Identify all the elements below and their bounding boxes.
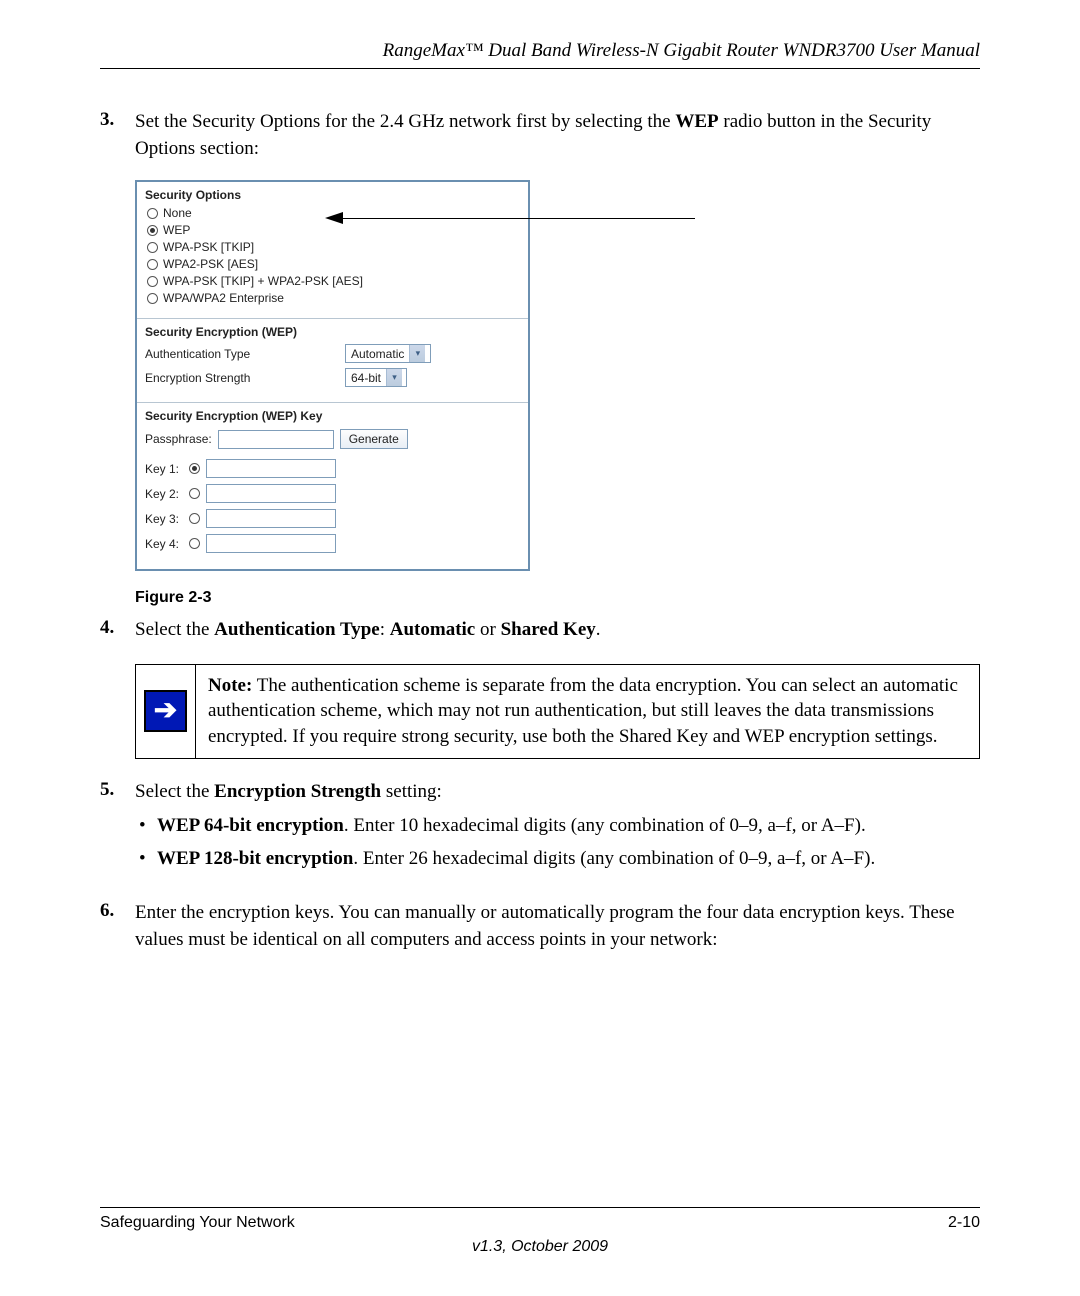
radio-enterprise[interactable]: WPA/WPA2 Enterprise xyxy=(147,291,520,305)
bold: WEP 128-bit encryption xyxy=(157,848,353,869)
bold: Authentication Type xyxy=(214,619,380,640)
security-options-panel: Security Options None WEP WPA-PSK [TKIP]… xyxy=(135,180,530,571)
callout-arrow xyxy=(325,217,695,219)
note-box: ➔ Note: The authentication scheme is sep… xyxy=(135,664,980,759)
step-number: 5. xyxy=(100,779,135,887)
radio-wep[interactable]: WEP xyxy=(147,223,520,237)
select-value: Automatic xyxy=(346,347,409,361)
note-text: Note: The authentication scheme is separ… xyxy=(196,665,979,758)
text: . Enter 26 hexadecimal digits (any combi… xyxy=(353,848,875,869)
label: WPA-PSK [TKIP] xyxy=(163,240,254,254)
key1-input[interactable] xyxy=(206,459,336,478)
chevron-down-icon: ▾ xyxy=(409,345,425,362)
auth-type-label: Authentication Type xyxy=(145,347,345,361)
bold: Shared Key xyxy=(501,619,596,640)
page-header-title: RangeMax™ Dual Band Wireless-N Gigabit R… xyxy=(100,40,980,69)
step-number: 4. xyxy=(100,617,135,644)
arrow-head-icon xyxy=(325,212,343,224)
footer-section: Safeguarding Your Network xyxy=(100,1214,295,1232)
wep-key-heading: Security Encryption (WEP) Key xyxy=(145,409,520,423)
step-body: Select the Encryption Strength setting: … xyxy=(135,779,980,887)
arrow-line xyxy=(343,218,695,219)
step-4: 4. Select the Authentication Type: Autom… xyxy=(100,617,980,644)
key4-radio[interactable] xyxy=(189,538,200,549)
step-6: 6. Enter the encryption keys. You can ma… xyxy=(100,900,980,953)
key2-radio[interactable] xyxy=(189,488,200,499)
text: Select the xyxy=(135,619,214,640)
footer-page: 2-10 xyxy=(948,1214,980,1232)
bullet-128bit: WEP 128-bit encryption. Enter 26 hexadec… xyxy=(135,846,980,873)
bold-wep: WEP xyxy=(675,111,718,132)
wep-encryption-heading: Security Encryption (WEP) xyxy=(145,325,520,339)
bold: WEP 64-bit encryption xyxy=(157,815,344,836)
enc-strength-select[interactable]: 64-bit ▾ xyxy=(345,368,407,387)
bold: Encryption Strength xyxy=(214,781,381,802)
key2-input[interactable] xyxy=(206,484,336,503)
passphrase-label: Passphrase: xyxy=(145,432,212,446)
key3-radio[interactable] xyxy=(189,513,200,524)
text: : xyxy=(380,619,390,640)
label: WPA/WPA2 Enterprise xyxy=(163,291,284,305)
passphrase-input[interactable] xyxy=(218,430,334,449)
note-icon-cell: ➔ xyxy=(136,665,196,758)
note-label: Note: xyxy=(208,675,252,696)
radio-icon xyxy=(147,259,158,270)
step-number: 6. xyxy=(100,900,135,953)
page-footer: Safeguarding Your Network 2-10 v1.3, Oct… xyxy=(100,1207,980,1256)
security-options-heading: Security Options xyxy=(145,188,520,202)
figure-2-3: Security Options None WEP WPA-PSK [TKIP]… xyxy=(135,180,980,607)
key3-input[interactable] xyxy=(206,509,336,528)
key4-input[interactable] xyxy=(206,534,336,553)
chevron-down-icon: ▾ xyxy=(386,369,402,386)
label: WPA2-PSK [AES] xyxy=(163,257,258,271)
text: setting: xyxy=(381,781,442,802)
label: WEP xyxy=(163,223,190,237)
radio-icon xyxy=(147,293,158,304)
bold: Automatic xyxy=(390,619,475,640)
note-body: The authentication scheme is separate fr… xyxy=(208,675,958,747)
label: WPA-PSK [TKIP] + WPA2-PSK [AES] xyxy=(163,274,363,288)
key1-label: Key 1: xyxy=(145,462,183,476)
step-body: Enter the encryption keys. You can manua… xyxy=(135,900,980,953)
text: Select the xyxy=(135,781,214,802)
key3-label: Key 3: xyxy=(145,512,183,526)
footer-version: v1.3, October 2009 xyxy=(100,1238,980,1256)
figure-caption: Figure 2-3 xyxy=(135,589,980,607)
bullet-64bit: WEP 64-bit encryption. Enter 10 hexadeci… xyxy=(135,813,980,840)
radio-icon xyxy=(147,208,158,219)
text: Set the Security Options for the 2.4 GHz… xyxy=(135,111,675,132)
text: . xyxy=(596,619,601,640)
key2-label: Key 2: xyxy=(145,487,183,501)
label: None xyxy=(163,206,192,220)
radio-icon xyxy=(147,276,158,287)
enc-strength-label: Encryption Strength xyxy=(145,371,345,385)
radio-icon xyxy=(147,242,158,253)
radio-wpa-both[interactable]: WPA-PSK [TKIP] + WPA2-PSK [AES] xyxy=(147,274,520,288)
text: or xyxy=(475,619,500,640)
arrow-right-icon: ➔ xyxy=(144,690,187,732)
radio-wpa2-psk[interactable]: WPA2-PSK [AES] xyxy=(147,257,520,271)
auth-type-select[interactable]: Automatic ▾ xyxy=(345,344,431,363)
step-number: 3. xyxy=(100,109,135,162)
step-body: Set the Security Options for the 2.4 GHz… xyxy=(135,109,980,162)
radio-wpa-psk[interactable]: WPA-PSK [TKIP] xyxy=(147,240,520,254)
select-value: 64-bit xyxy=(346,371,386,385)
radio-icon xyxy=(147,225,158,236)
text: . Enter 10 hexadecimal digits (any combi… xyxy=(344,815,866,836)
key4-label: Key 4: xyxy=(145,537,183,551)
key1-radio[interactable] xyxy=(189,463,200,474)
step-5: 5. Select the Encryption Strength settin… xyxy=(100,779,980,887)
step-3: 3. Set the Security Options for the 2.4 … xyxy=(100,109,980,162)
step-body: Select the Authentication Type: Automati… xyxy=(135,617,980,644)
generate-button[interactable]: Generate xyxy=(340,429,408,449)
